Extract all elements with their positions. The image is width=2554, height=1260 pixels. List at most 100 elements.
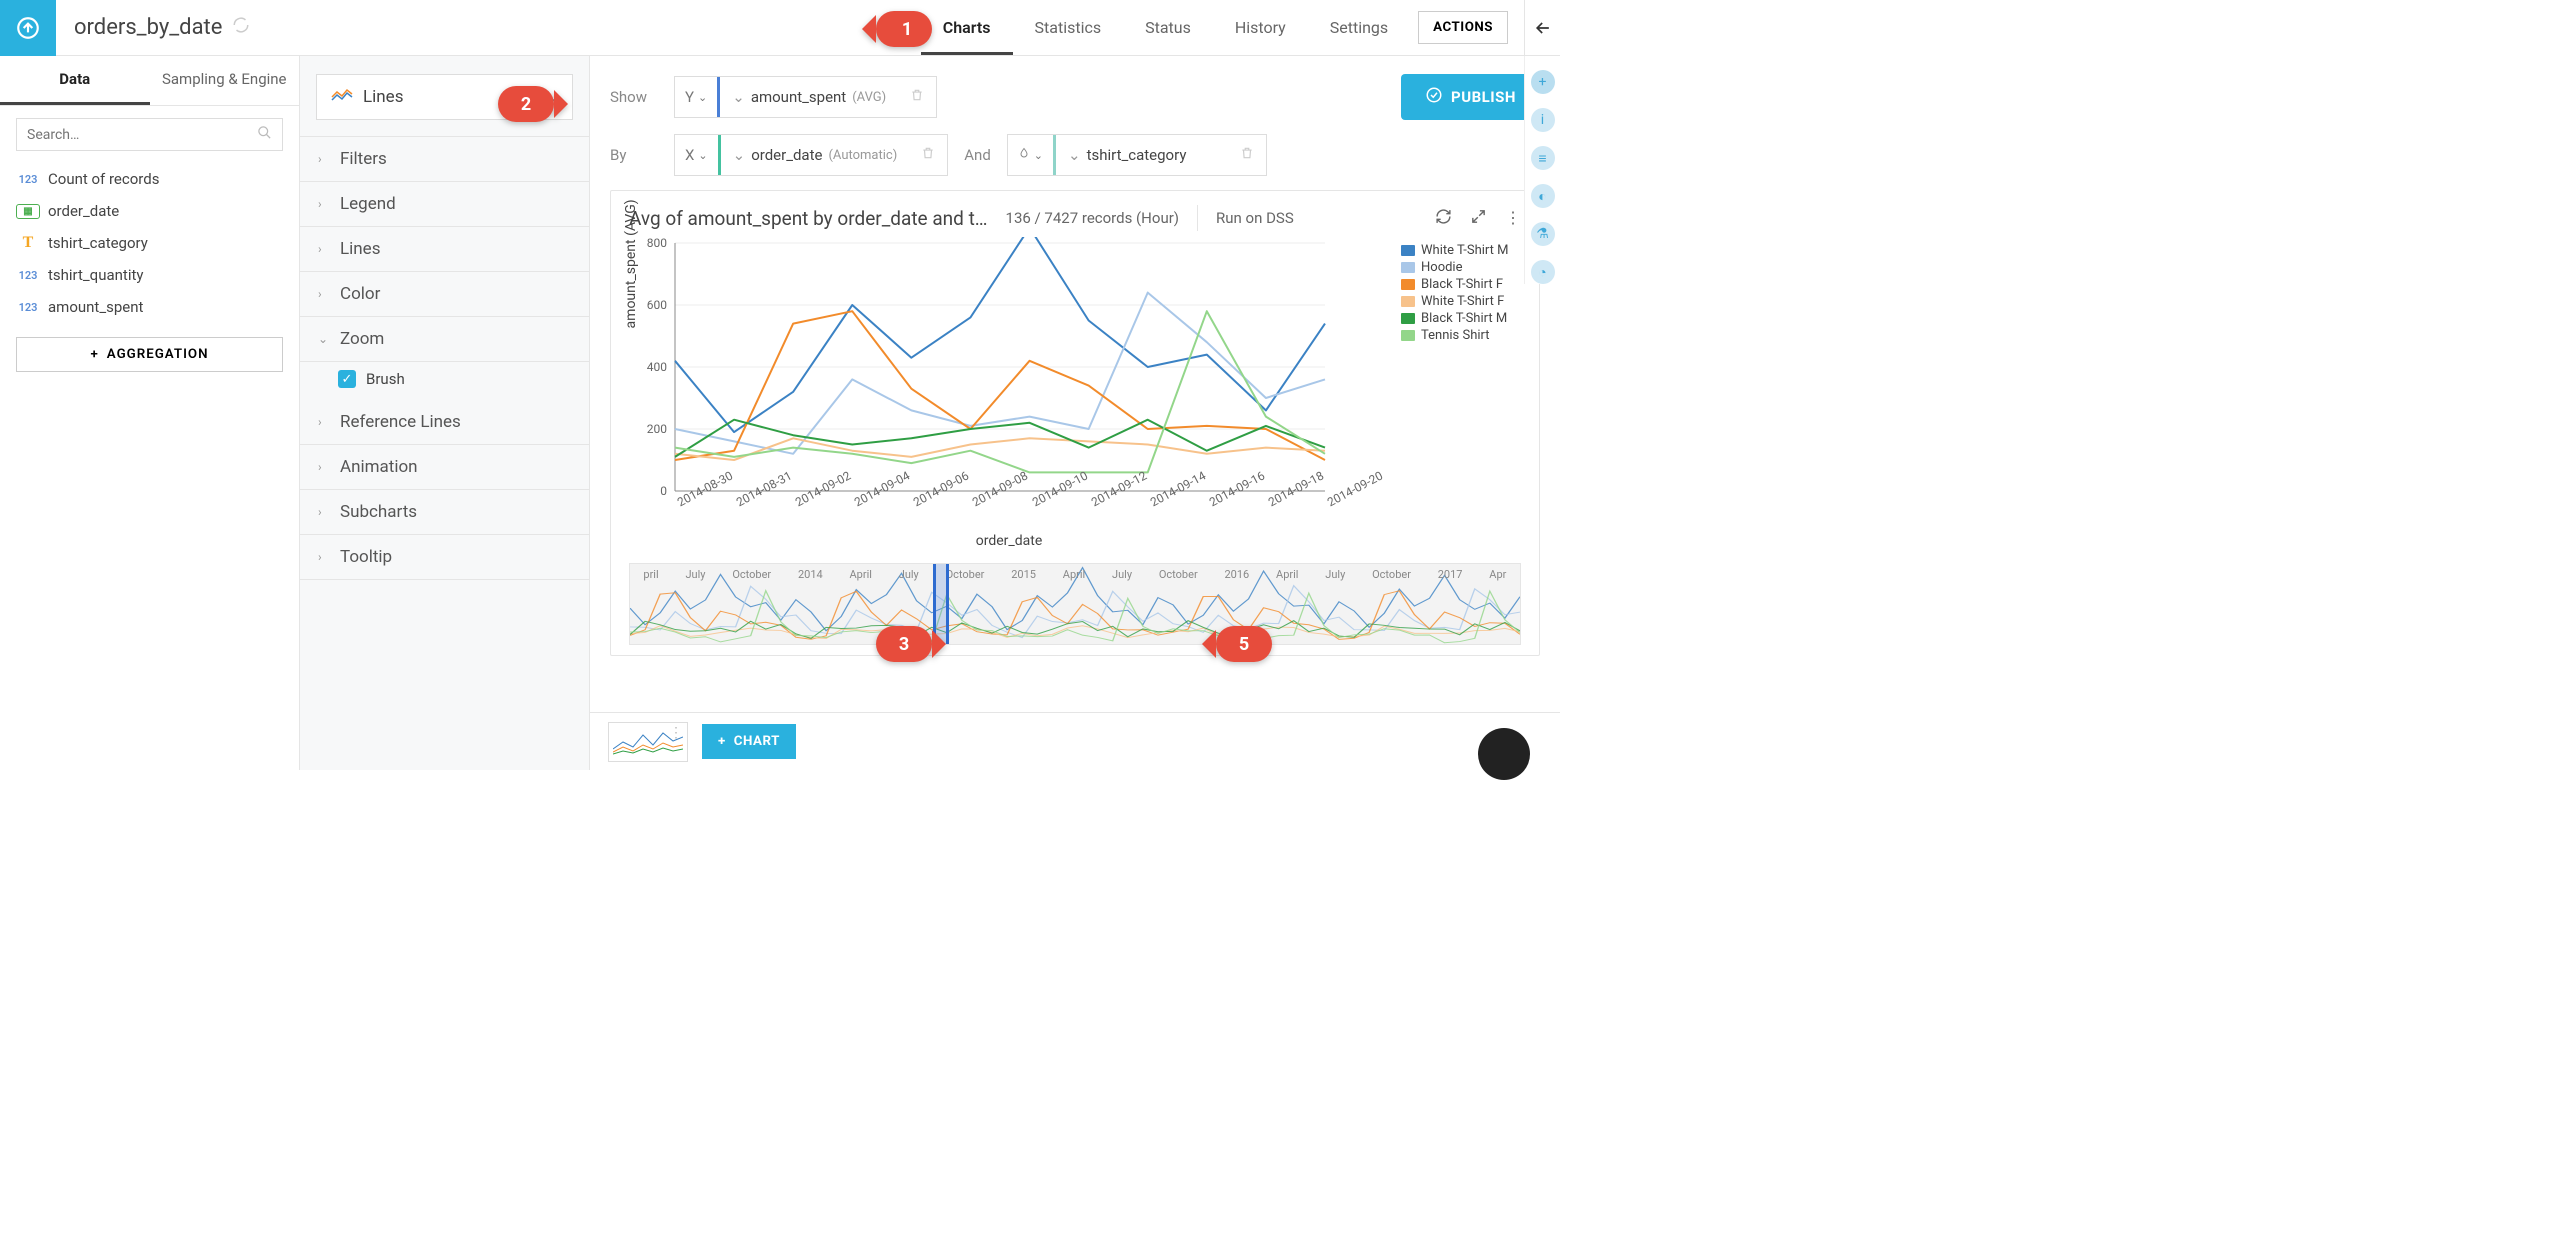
left-tab-sampling[interactable]: Sampling & Engine: [150, 56, 300, 105]
lab-icon[interactable]: ⚗: [1531, 222, 1555, 246]
field-order-date[interactable]: ▦order_date: [16, 195, 283, 227]
x-axis-label: order_date: [629, 533, 1389, 549]
tab-history[interactable]: History: [1213, 0, 1308, 55]
chevron-right-icon: ›: [318, 152, 330, 166]
chart-legend: White T-Shirt M Hoodie Black T-Shirt F Whit…: [1401, 237, 1521, 549]
refresh-icon[interactable]: [232, 15, 250, 40]
text-type-icon: T: [16, 234, 40, 252]
section-tooltip[interactable]: ›Tooltip: [300, 535, 589, 580]
legend-item[interactable]: Tennis Shirt: [1401, 328, 1521, 343]
run-on-label[interactable]: Run on DSS: [1216, 209, 1294, 227]
chevron-down-icon: ⌄: [733, 146, 746, 164]
aggregation-button[interactable]: + AGGREGATION: [16, 337, 283, 372]
tab-settings[interactable]: Settings: [1308, 0, 1410, 55]
x-axis-pill[interactable]: X⌄ ⌄order_date (Automatic): [674, 134, 948, 176]
tab-charts[interactable]: Charts: [921, 0, 1013, 55]
dataset-name: orders_by_date: [74, 15, 222, 40]
chevron-right-icon: ›: [318, 242, 330, 256]
list-icon[interactable]: ≡: [1531, 146, 1555, 170]
section-reflines[interactable]: ›Reference Lines: [300, 400, 589, 445]
zoom-brush-option[interactable]: ✓ Brush: [300, 362, 589, 400]
right-rail: + i ≡ ◐ ⚗ ◔: [1524, 56, 1560, 284]
tab-status[interactable]: Status: [1123, 0, 1213, 55]
annotation-2: 2: [498, 86, 554, 122]
chart-card: Avg of amount_spent by order_date and t……: [610, 190, 1540, 656]
record-count: 136 / 7427 records (Hour): [1006, 209, 1180, 227]
publish-button[interactable]: PUBLISH: [1401, 74, 1540, 120]
section-lines[interactable]: ›Lines: [300, 227, 589, 272]
more-icon[interactable]: ⋮: [1505, 208, 1521, 229]
y-axis-label: amount_spent (AVG): [623, 199, 639, 328]
section-filters[interactable]: ›Filters: [300, 137, 589, 182]
number-type-icon: 123: [16, 269, 40, 282]
add-chart-button[interactable]: + CHART: [702, 724, 796, 759]
color-pill[interactable]: ⌄ ⌄tshirt_category: [1007, 134, 1267, 176]
expand-icon[interactable]: [1470, 208, 1487, 229]
top-tabs: E Charts Statistics Status History Setti…: [868, 0, 1560, 55]
field-tshirt-quantity[interactable]: 123tshirt_quantity: [16, 259, 283, 291]
chevron-down-icon: ⌄: [698, 149, 707, 162]
svg-text:0: 0: [660, 484, 667, 497]
lines-icon: [331, 88, 353, 106]
info-icon[interactable]: i: [1531, 108, 1555, 132]
clock-icon[interactable]: ◔: [1531, 260, 1555, 284]
svg-text:800: 800: [647, 237, 667, 250]
annotation-1: 1: [876, 11, 932, 47]
by-label: By: [610, 146, 658, 164]
legend-item[interactable]: Black T-Shirt F: [1401, 277, 1521, 292]
trash-icon[interactable]: [1228, 146, 1266, 164]
chevron-down-icon: ⌄: [698, 91, 707, 104]
refresh-icon[interactable]: [1435, 208, 1452, 229]
chevron-down-icon: ⌄: [732, 88, 745, 106]
back-arrow-icon[interactable]: [1524, 0, 1560, 55]
trash-icon[interactable]: [898, 88, 936, 106]
plus-icon: +: [90, 347, 98, 362]
legend-item[interactable]: Black T-Shirt M: [1401, 311, 1521, 326]
field-count[interactable]: 123Count of records: [16, 163, 283, 195]
chevron-right-icon: ›: [318, 505, 330, 519]
actions-button[interactable]: ACTIONS: [1418, 11, 1508, 44]
app-logo[interactable]: [0, 0, 56, 56]
annotation-3: 3: [876, 626, 932, 662]
chat-icon[interactable]: ◐: [1531, 184, 1555, 208]
section-zoom[interactable]: ⌄Zoom: [300, 317, 589, 362]
y-axis-pill[interactable]: Y⌄ ⌄amount_spent (AVG): [674, 76, 937, 118]
field-tshirt-category[interactable]: Ttshirt_category: [16, 227, 283, 259]
section-subcharts[interactable]: ›Subcharts: [300, 490, 589, 535]
brush-timeline[interactable]: prilJulyOctober2014AprilJulyOctober2015A…: [629, 563, 1521, 645]
search-input[interactable]: [27, 127, 257, 143]
svg-text:400: 400: [647, 360, 667, 374]
number-type-icon: 123: [16, 301, 40, 314]
legend-item[interactable]: White T-Shirt M: [1401, 243, 1521, 258]
chevron-right-icon: ›: [318, 460, 330, 474]
field-amount-spent[interactable]: 123amount_spent: [16, 291, 283, 323]
publish-icon: [1425, 86, 1443, 108]
legend-item[interactable]: White T-Shirt F: [1401, 294, 1521, 309]
chevron-down-icon: ⌄: [1068, 146, 1081, 164]
search-icon: [257, 125, 272, 144]
chevron-right-icon: ›: [318, 287, 330, 301]
number-type-icon: 123: [16, 173, 40, 186]
add-icon[interactable]: +: [1531, 70, 1555, 94]
chart-thumbnail[interactable]: ⋮: [608, 722, 688, 762]
droplet-icon: [1018, 146, 1030, 164]
svg-text:600: 600: [647, 298, 667, 312]
legend-item[interactable]: Hoodie: [1401, 260, 1521, 275]
and-label: And: [964, 146, 991, 164]
annotation-5: 5: [1216, 626, 1272, 662]
chat-fab[interactable]: [1478, 728, 1530, 780]
plus-icon: +: [718, 734, 726, 749]
left-tab-data[interactable]: Data: [0, 56, 150, 105]
more-icon[interactable]: ⋮: [669, 725, 683, 741]
date-type-icon: ▦: [16, 204, 40, 219]
show-label: Show: [610, 88, 658, 106]
field-search[interactable]: [16, 118, 283, 151]
section-color[interactable]: ›Color: [300, 272, 589, 317]
chevron-right-icon: ›: [318, 415, 330, 429]
checkbox-checked-icon[interactable]: ✓: [338, 370, 356, 388]
line-chart: 0200400600800: [629, 237, 1329, 497]
trash-icon[interactable]: [909, 146, 947, 164]
section-legend[interactable]: ›Legend: [300, 182, 589, 227]
section-animation[interactable]: ›Animation: [300, 445, 589, 490]
tab-statistics[interactable]: Statistics: [1013, 0, 1124, 55]
